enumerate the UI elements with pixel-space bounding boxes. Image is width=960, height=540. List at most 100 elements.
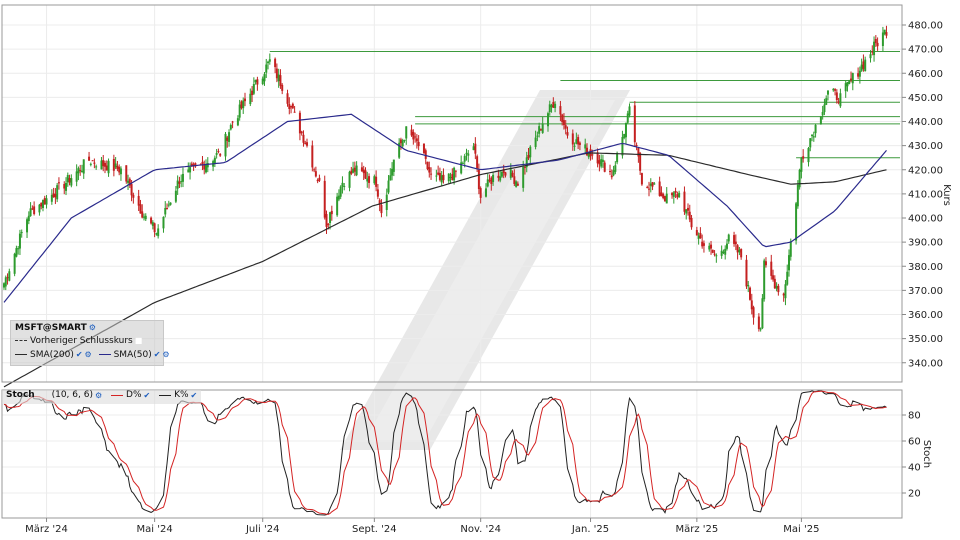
candle-body — [105, 165, 108, 171]
candle-up — [75, 164, 78, 187]
candle-up — [387, 175, 390, 195]
settings-icon[interactable]: ⚙ — [162, 350, 169, 359]
candle-body — [403, 139, 406, 141]
candle-body — [837, 101, 840, 103]
candle-down — [454, 170, 457, 178]
candle-body — [422, 143, 425, 154]
price-axis-title: Kurs — [941, 184, 952, 206]
check-icon[interactable]: ✔ — [76, 350, 83, 359]
candle-body — [509, 169, 512, 178]
candle-down — [773, 275, 776, 290]
candle-up — [45, 195, 48, 209]
candle-down — [686, 203, 689, 216]
candle-up — [628, 103, 631, 118]
price-tick-label: 340.00 — [908, 358, 943, 369]
candle-body — [330, 210, 333, 215]
checkbox-icon[interactable]: ■ — [135, 336, 143, 345]
candle-up — [215, 149, 218, 159]
candle-down — [376, 184, 379, 200]
candle-body — [561, 114, 564, 123]
settings-icon[interactable]: ⚙ — [95, 391, 102, 400]
candle-down — [835, 89, 838, 104]
candle-body — [773, 278, 776, 289]
candle-body — [144, 215, 147, 220]
stoch-legend: Stoch (10, 6, 6) ⚙ D% ✔ K% ✔ — [2, 390, 202, 404]
candle-up — [268, 53, 271, 65]
candle-body — [812, 136, 815, 138]
candle-body — [142, 216, 145, 218]
candle-body — [860, 64, 863, 71]
candle-body — [515, 181, 518, 187]
candle-up — [8, 268, 11, 282]
time-tick-label: Nov. '24 — [460, 524, 501, 535]
candle-body — [488, 180, 491, 182]
candle-down — [674, 187, 677, 199]
candle-up — [155, 232, 158, 236]
candle-body — [883, 29, 886, 35]
candle-down — [313, 167, 316, 173]
watermark-slash-inner — [365, 100, 615, 440]
candle-body — [858, 70, 861, 77]
candle-up — [614, 161, 617, 175]
candle-body — [279, 75, 282, 86]
candle-body — [772, 275, 775, 280]
candle-body — [697, 235, 700, 239]
candle-body — [157, 228, 160, 237]
price-tick-label: 370.00 — [908, 286, 943, 297]
candle-body — [141, 211, 144, 218]
candle-body — [782, 293, 785, 296]
candle-up — [864, 56, 867, 72]
candle-down — [217, 148, 220, 154]
candle-body — [603, 162, 606, 172]
candle-down — [658, 176, 661, 197]
candle-up — [56, 182, 59, 203]
candle-body — [373, 176, 376, 184]
candle-up — [401, 138, 404, 148]
candle-down — [31, 205, 34, 211]
candle-down — [671, 191, 674, 199]
candle-body — [426, 161, 429, 170]
candle-body — [660, 192, 663, 197]
check-icon[interactable]: ✔ — [191, 391, 198, 400]
candle-body — [251, 90, 254, 96]
candle-body — [713, 253, 716, 255]
settings-icon[interactable]: ⚙ — [85, 350, 92, 359]
candle-body — [327, 223, 330, 225]
candle-down — [279, 69, 282, 89]
candle-down — [637, 147, 640, 163]
candle-body — [479, 188, 482, 198]
candle-body — [63, 184, 66, 189]
candle-body — [68, 177, 71, 183]
candle-body — [267, 61, 270, 64]
candle-down — [364, 167, 367, 180]
time-tick-label: Sept. '24 — [352, 524, 397, 535]
candle-up — [277, 68, 280, 88]
candle-down — [633, 101, 636, 147]
candle-up — [624, 122, 627, 145]
candle-body — [663, 196, 666, 202]
candle-body — [166, 207, 169, 209]
candle-body — [490, 177, 493, 184]
candle-down — [128, 177, 131, 189]
candle-body — [132, 194, 135, 198]
candle-up — [860, 58, 863, 72]
price-tick-label: 450.00 — [908, 93, 943, 104]
candle-down — [105, 160, 108, 171]
candle-body — [77, 168, 80, 174]
stoch-title: Stoch — [6, 390, 35, 400]
check-icon[interactable]: ✔ — [144, 391, 151, 400]
candle-up — [336, 192, 339, 217]
check-icon[interactable]: ✔ — [154, 350, 161, 359]
candle-body — [683, 191, 686, 212]
price-tick-label: 470.00 — [908, 45, 943, 56]
candle-body — [624, 122, 627, 138]
candle-down — [710, 240, 713, 255]
settings-icon[interactable]: ⚙ — [89, 323, 96, 332]
candle-body — [513, 176, 516, 184]
candle-down — [275, 63, 278, 83]
candle-body — [275, 68, 278, 79]
candle-body — [819, 116, 822, 124]
candle-body — [733, 235, 736, 244]
candle-body — [415, 138, 418, 142]
candle-body — [27, 215, 30, 222]
